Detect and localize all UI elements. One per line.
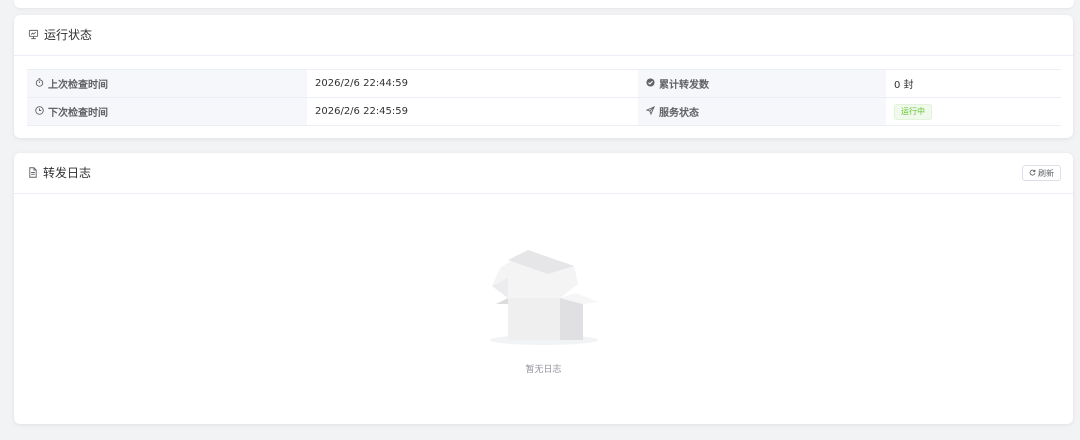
status-card-title-text: 运行状态 — [44, 28, 93, 42]
service-status-value-cell: 运行中 — [886, 97, 1061, 126]
service-status-label-cell: 服务状态 — [638, 97, 886, 126]
refresh-button[interactable]: 刷新 — [1022, 165, 1061, 181]
status-card-header: 运行状态 — [14, 15, 1073, 56]
last-check-label: 上次检查时间 — [48, 80, 108, 91]
refresh-icon — [1029, 169, 1036, 178]
last-check-value: 2026/2/6 22:44:59 — [307, 69, 638, 98]
last-check-label-cell: 上次检查时间 — [27, 69, 307, 98]
log-card: 转发日志 刷新 暂无日志 — [14, 153, 1073, 424]
send-icon — [645, 105, 655, 118]
next-check-label-cell: 下次检查时间 — [27, 97, 307, 126]
log-card-header: 转发日志 刷新 — [14, 153, 1073, 194]
check-circle-icon — [646, 77, 655, 90]
next-check-value: 2026/2/6 22:45:59 — [307, 97, 638, 126]
total-forward-label-cell: 累计转发数 — [638, 69, 886, 98]
total-forward-label: 累计转发数 — [659, 80, 709, 91]
status-row-1: 上次检查时间 2026/2/6 22:44:59 累计转发数 0 封 — [27, 69, 1061, 98]
status-badge: 运行中 — [894, 103, 932, 120]
stopwatch-icon — [35, 77, 44, 90]
empty-state: 暂无日志 — [14, 238, 1073, 375]
empty-box-icon — [486, 238, 602, 352]
status-card: 运行状态 上次检查时间 2026/2/6 22:44:59 累计转发数 0 封 … — [14, 15, 1073, 138]
log-card-title: 转发日志 — [28, 164, 91, 181]
status-table: 上次检查时间 2026/2/6 22:44:59 累计转发数 0 封 下次检查时… — [27, 69, 1061, 126]
next-check-label: 下次检查时间 — [48, 108, 108, 119]
status-row-2: 下次检查时间 2026/2/6 22:45:59 服务状态 运行中 — [27, 97, 1061, 126]
refresh-label: 刷新 — [1038, 168, 1054, 178]
status-card-title: 运行状态 — [28, 26, 92, 43]
previous-card-edge — [14, 0, 1074, 8]
document-icon — [28, 167, 38, 178]
monitor-icon — [28, 29, 39, 40]
service-status-label: 服务状态 — [659, 108, 699, 119]
total-forward-value: 0 封 — [886, 69, 1061, 98]
log-card-title-text: 转发日志 — [43, 166, 92, 180]
clock-icon — [35, 105, 44, 118]
empty-text: 暂无日志 — [525, 365, 562, 375]
